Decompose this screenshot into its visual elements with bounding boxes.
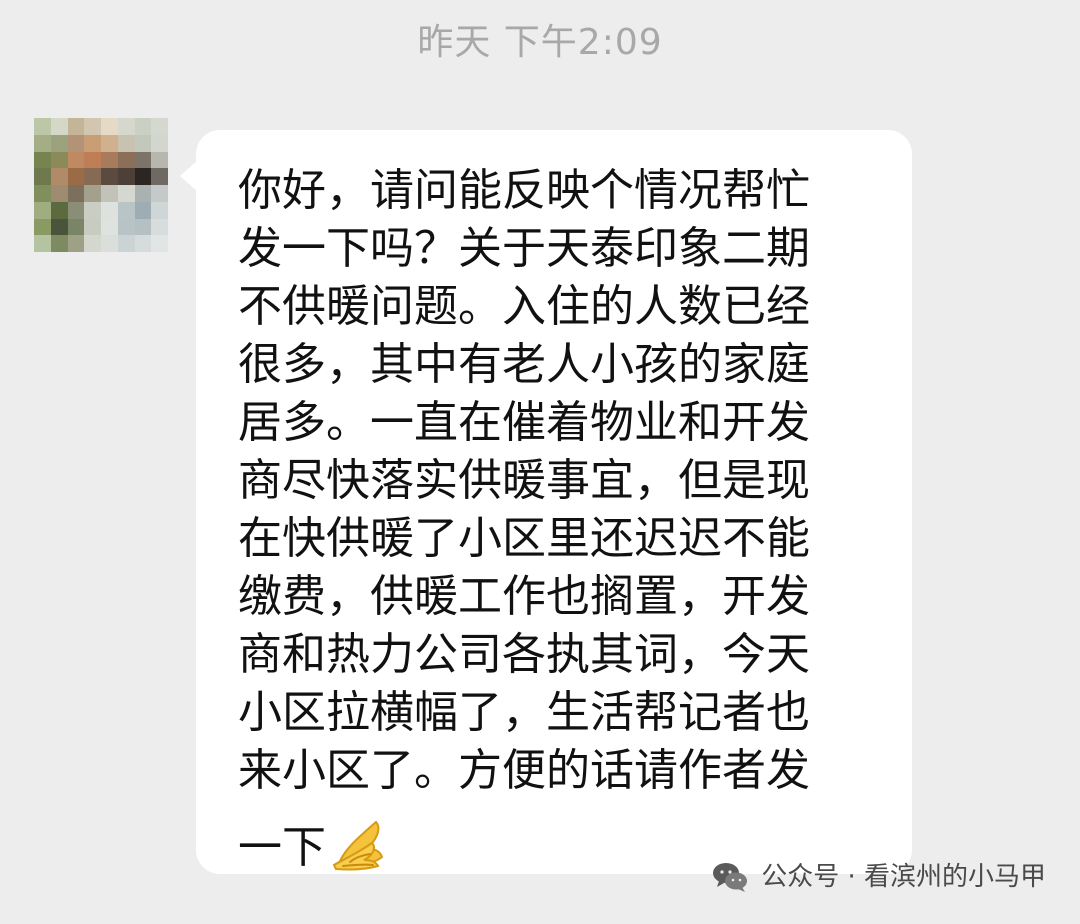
folded-hands-icon [332, 820, 384, 871]
message-line: 在快供暖了小区里还迟迟不能 [238, 513, 810, 564]
message-line: 商尽快落实供暖事宜，但是现 [238, 455, 810, 506]
message-line: 你好，请问能反映个情况帮忙 [238, 165, 810, 216]
message-line: 小区拉横幅了，生活帮记者也 [238, 687, 810, 738]
message-line: 居多。一直在催着物业和开发 [238, 397, 810, 448]
chat-timestamp: 昨天 下午2:09 [417, 22, 663, 63]
watermark: 公众号 · 看滨州的小马甲 [711, 860, 1046, 894]
message-line: 商和热力公司各执其词，今天 [238, 629, 810, 680]
message-text: 你好，请问能反映个情况帮忙 发一下吗？关于天泰印象二期 不供暖问题。入住的人数已… [238, 162, 878, 877]
message-line: 发一下吗？关于天泰印象二期 [238, 223, 810, 274]
message-line: 很多，其中有老人小孩的家庭 [238, 339, 810, 390]
message-line: 缴费，供暖工作也搁置，开发 [238, 571, 810, 622]
message-line: 来小区了。方便的话请作者发 [238, 745, 810, 796]
message-line: 不供暖问题。入住的人数已经 [238, 281, 810, 332]
wechat-icon [713, 863, 748, 892]
watermark-text: 公众号 · 看滨州的小马甲 [761, 862, 1046, 892]
message-line: 一下 [238, 822, 326, 873]
sender-avatar[interactable] [34, 118, 168, 252]
